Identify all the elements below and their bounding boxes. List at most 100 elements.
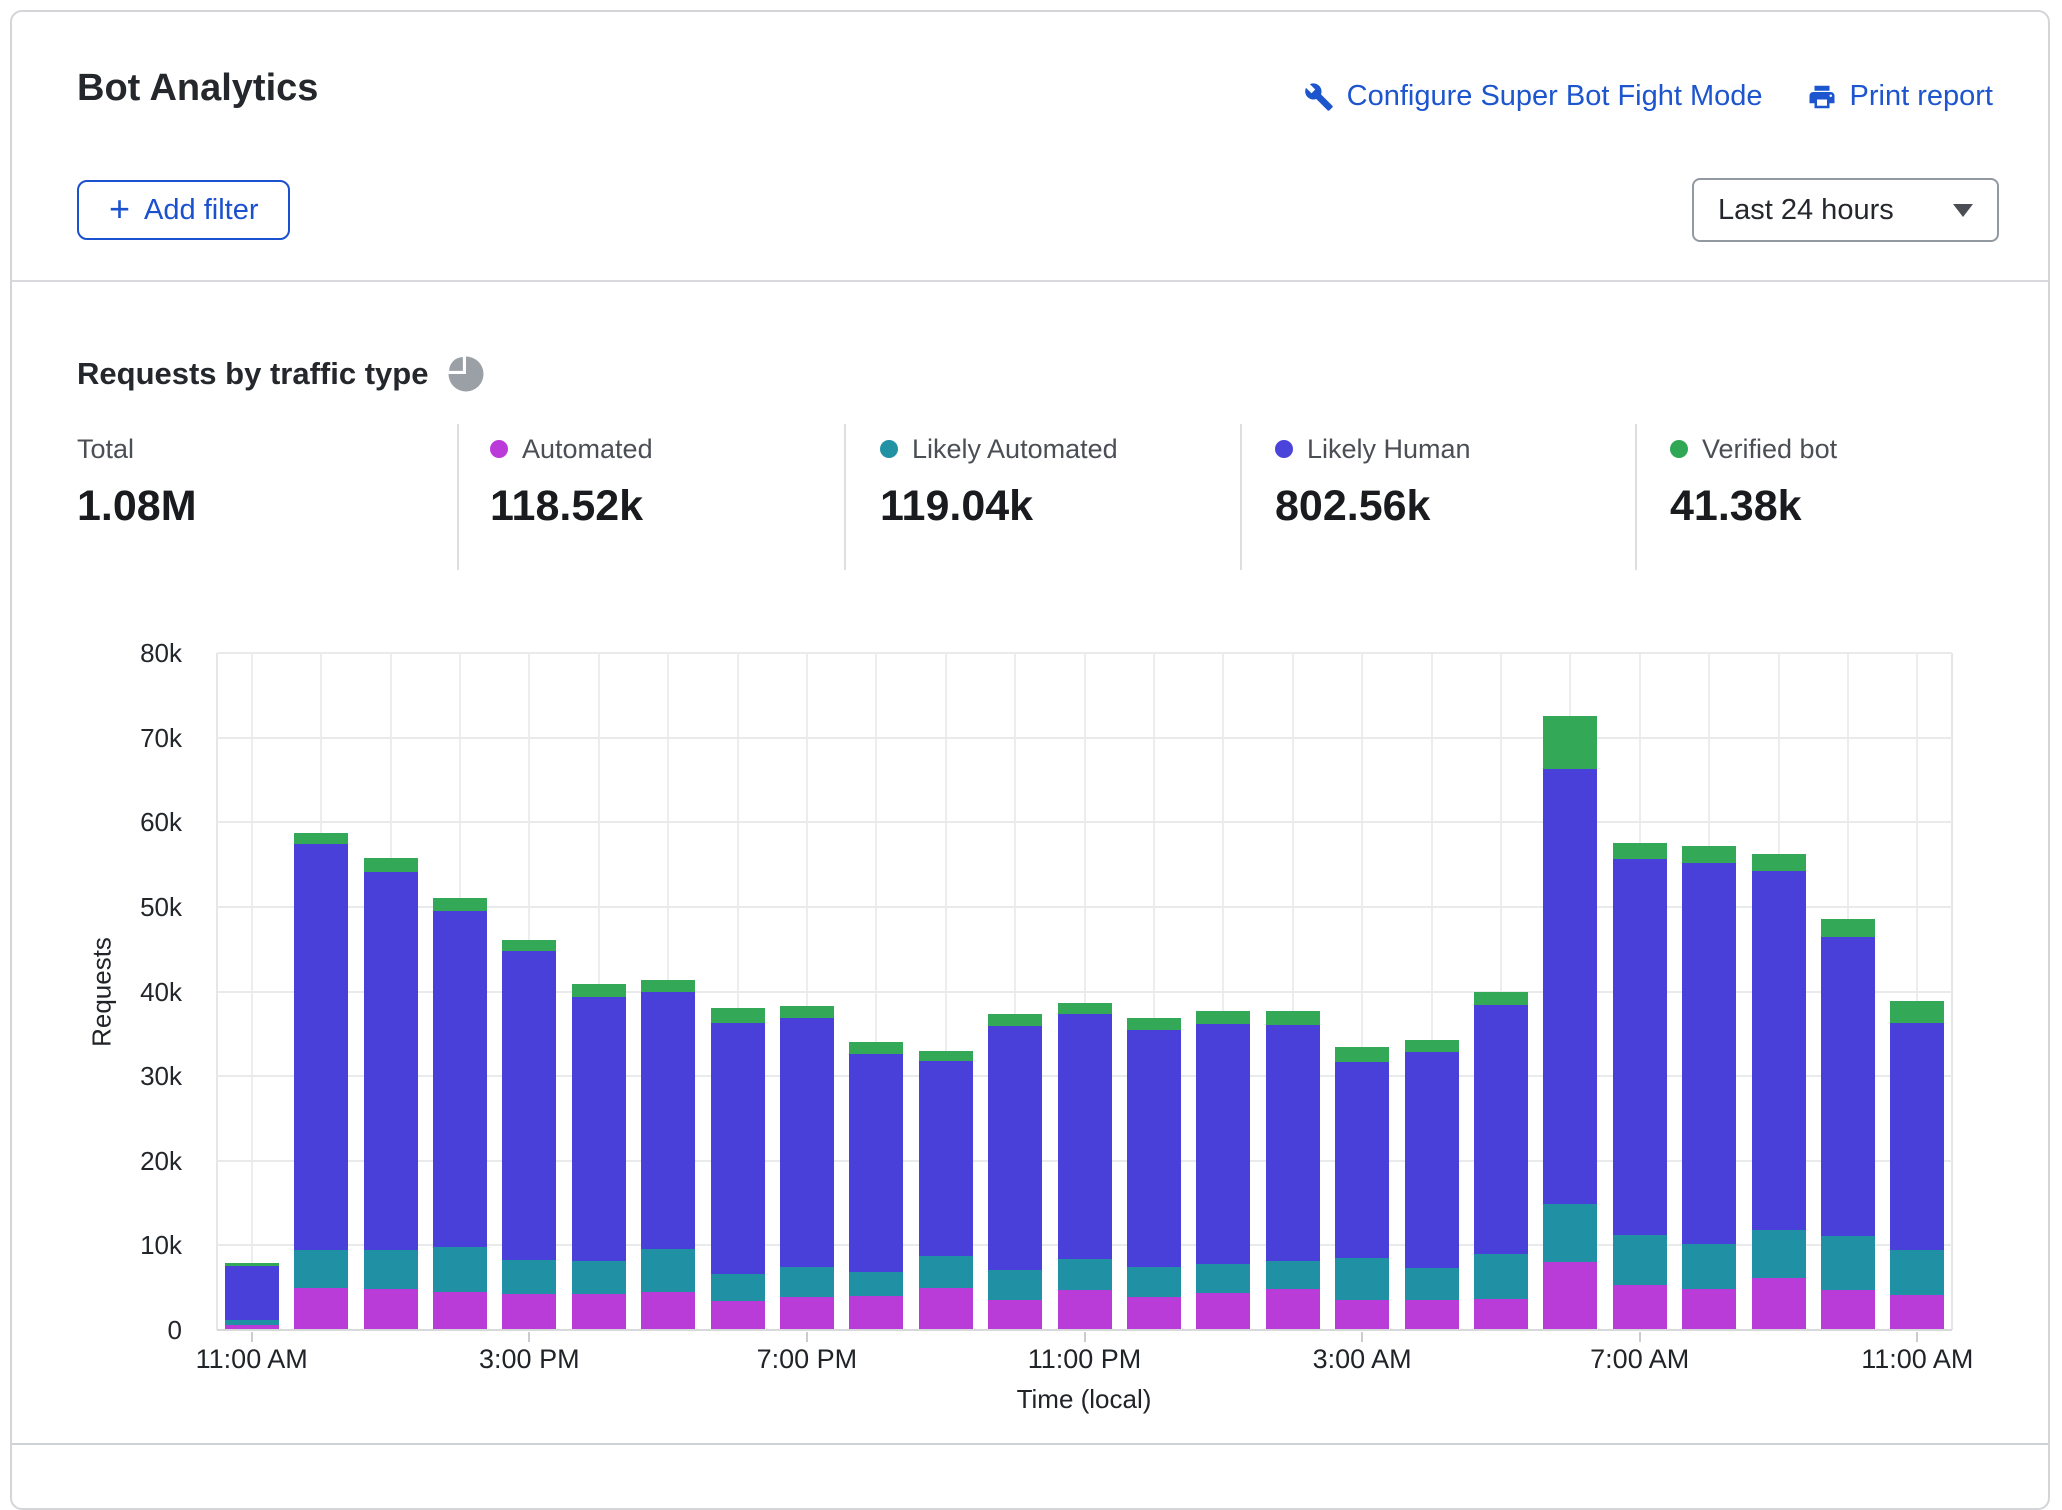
bar-segment-automated[interactable] [919,1288,973,1330]
bar-segment-likely-human[interactable] [1335,1062,1389,1258]
bar-segment-likely-human[interactable] [1196,1024,1250,1264]
bar-segment-verified-bot[interactable] [919,1051,973,1061]
bar-segment-likely-automated[interactable] [1058,1259,1112,1290]
bar-segment-automated[interactable] [1474,1299,1528,1330]
bar-segment-likely-automated[interactable] [919,1256,973,1287]
bar-segment-likely-human[interactable] [711,1023,765,1274]
configure-super-bot-fight-mode-link[interactable]: Configure Super Bot Fight Mode [1304,80,1763,113]
bar-segment-likely-human[interactable] [1752,871,1806,1230]
bar-segment-verified-bot[interactable] [641,980,695,993]
bar-segment-verified-bot[interactable] [1196,1011,1250,1024]
bar-segment-automated[interactable] [1821,1290,1875,1330]
bar-segment-automated[interactable] [711,1301,765,1330]
bar-segment-verified-bot[interactable] [502,940,556,951]
bar-segment-automated[interactable] [1543,1262,1597,1330]
bar-segment-verified-bot[interactable] [1474,992,1528,1005]
add-filter-button[interactable]: + Add filter [77,180,290,240]
bar-segment-likely-automated[interactable] [502,1260,556,1294]
bar-segment-likely-human[interactable] [1405,1052,1459,1269]
bar-segment-likely-automated[interactable] [641,1249,695,1292]
bar-segment-likely-automated[interactable] [433,1247,487,1292]
bar-segment-automated[interactable] [1266,1289,1320,1330]
bar-segment-automated[interactable] [1335,1300,1389,1330]
bar-segment-verified-bot[interactable] [1890,1001,1944,1023]
bar-segment-verified-bot[interactable] [849,1042,903,1054]
bar-segment-likely-automated[interactable] [1127,1267,1181,1297]
bar-segment-verified-bot[interactable] [1752,854,1806,871]
bar-segment-likely-automated[interactable] [1266,1261,1320,1288]
bar-segment-automated[interactable] [433,1292,487,1330]
bar-segment-likely-human[interactable] [294,844,348,1249]
bar-segment-likely-automated[interactable] [1682,1244,1736,1290]
bar-segment-verified-bot[interactable] [433,898,487,911]
bar-segment-likely-human[interactable] [641,992,695,1248]
bar-segment-verified-bot[interactable] [1058,1003,1112,1015]
bar-segment-automated[interactable] [780,1297,834,1330]
bar-segment-likely-automated[interactable] [1196,1264,1250,1293]
bar-segment-likely-human[interactable] [502,951,556,1260]
bar-segment-likely-human[interactable] [1266,1025,1320,1262]
bar-segment-automated[interactable] [1405,1300,1459,1330]
bar-segment-automated[interactable] [364,1289,418,1330]
bar-segment-likely-human[interactable] [364,872,418,1249]
bar-segment-likely-human[interactable] [1543,769,1597,1204]
bar-segment-likely-human[interactable] [919,1061,973,1256]
bar-segment-automated[interactable] [1752,1278,1806,1330]
bar-segment-likely-human[interactable] [1127,1030,1181,1268]
print-report-link[interactable]: Print report [1807,80,1993,113]
bar-segment-likely-human[interactable] [433,911,487,1247]
bar-segment-likely-human[interactable] [988,1026,1042,1270]
bar-segment-verified-bot[interactable] [294,833,348,844]
bar-segment-automated[interactable] [1127,1297,1181,1330]
bar-segment-likely-automated[interactable] [1752,1230,1806,1278]
bar-segment-likely-automated[interactable] [294,1250,348,1288]
bar-segment-likely-automated[interactable] [225,1320,279,1325]
bar-segment-automated[interactable] [294,1288,348,1330]
bar-segment-automated[interactable] [502,1294,556,1330]
bar-segment-verified-bot[interactable] [1682,846,1736,863]
time-range-select[interactable]: Last 24 hours [1692,178,1999,242]
bar-segment-automated[interactable] [572,1294,626,1330]
bar-segment-verified-bot[interactable] [1266,1011,1320,1025]
bar-segment-verified-bot[interactable] [1613,843,1667,858]
bar-segment-automated[interactable] [1682,1289,1736,1330]
bar-segment-likely-human[interactable] [1821,937,1875,1237]
bar-segment-verified-bot[interactable] [1405,1040,1459,1052]
bar-segment-likely-automated[interactable] [1890,1250,1944,1296]
bar-segment-likely-automated[interactable] [1821,1236,1875,1290]
bar-segment-likely-automated[interactable] [1405,1268,1459,1300]
bar-segment-automated[interactable] [1196,1293,1250,1330]
bar-segment-automated[interactable] [1613,1285,1667,1330]
bar-segment-likely-human[interactable] [1474,1005,1528,1254]
bar-segment-verified-bot[interactable] [572,984,626,997]
bar-segment-likely-automated[interactable] [572,1261,626,1293]
bar-segment-likely-automated[interactable] [1335,1258,1389,1300]
bar-segment-likely-human[interactable] [1890,1023,1944,1250]
bar-segment-likely-human[interactable] [1613,859,1667,1236]
bar-segment-verified-bot[interactable] [225,1263,279,1266]
bar-segment-likely-automated[interactable] [1543,1204,1597,1262]
bar-segment-verified-bot[interactable] [780,1006,834,1018]
bar-segment-verified-bot[interactable] [1335,1047,1389,1062]
bar-segment-likely-human[interactable] [1682,863,1736,1244]
bar-segment-likely-automated[interactable] [1613,1235,1667,1285]
bar-segment-verified-bot[interactable] [364,858,418,872]
bar-segment-verified-bot[interactable] [1543,716,1597,768]
bar-segment-likely-automated[interactable] [849,1272,903,1297]
bar-segment-likely-human[interactable] [1058,1014,1112,1259]
bar-segment-automated[interactable] [988,1300,1042,1330]
bar-segment-likely-human[interactable] [572,997,626,1262]
bar-segment-automated[interactable] [641,1292,695,1330]
bar-segment-likely-automated[interactable] [988,1270,1042,1300]
bar-segment-likely-human[interactable] [849,1054,903,1271]
bar-segment-verified-bot[interactable] [988,1014,1042,1027]
bar-segment-verified-bot[interactable] [1127,1018,1181,1030]
bar-segment-automated[interactable] [1890,1295,1944,1330]
bar-segment-likely-human[interactable] [780,1018,834,1267]
bar-segment-likely-automated[interactable] [364,1250,418,1289]
bar-segment-likely-automated[interactable] [711,1274,765,1301]
bar-segment-automated[interactable] [1058,1290,1112,1330]
bar-segment-likely-automated[interactable] [1474,1254,1528,1299]
bar-segment-verified-bot[interactable] [711,1008,765,1023]
bar-segment-likely-human[interactable] [225,1266,279,1320]
